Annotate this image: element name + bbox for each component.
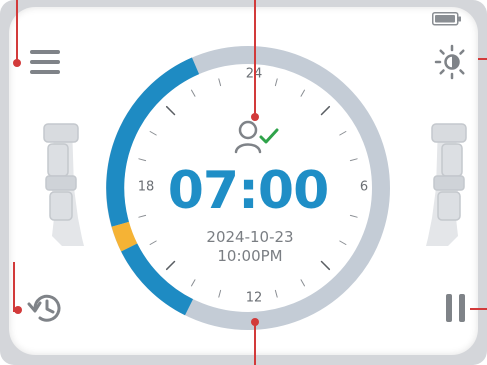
user-check-icon bbox=[233, 118, 283, 156]
dial-tick bbox=[218, 78, 222, 87]
dial-tick bbox=[149, 131, 157, 136]
dial-tick bbox=[274, 289, 278, 298]
callout-dot-dial bbox=[251, 318, 259, 326]
right-leg-brace-icon bbox=[420, 118, 472, 250]
battery-icon bbox=[432, 11, 462, 26]
dial-tick bbox=[165, 260, 176, 271]
callout-dot-menu bbox=[13, 59, 21, 67]
dial-tick bbox=[191, 89, 196, 97]
dial-secondary-segment bbox=[121, 243, 194, 316]
dial-tick bbox=[191, 279, 196, 287]
callout-line-pause bbox=[470, 308, 487, 310]
left-leg-brace-icon bbox=[38, 118, 90, 250]
dial-label-6: 6 bbox=[359, 179, 369, 195]
callout-dot-history bbox=[14, 306, 22, 314]
dial-label-12: 12 bbox=[245, 290, 263, 306]
dial-tick bbox=[349, 158, 358, 162]
dial-tick bbox=[320, 260, 331, 271]
callout-line-menu bbox=[16, 0, 18, 62]
dial-tick bbox=[165, 105, 176, 116]
dial-tick bbox=[339, 240, 347, 245]
stage: 24 6 12 18 07:00 2024-10-23 10:00PM bbox=[0, 0, 487, 365]
time-display: 07:00 bbox=[167, 161, 330, 221]
history-icon[interactable] bbox=[26, 288, 68, 328]
dial-warning-segment bbox=[111, 221, 138, 252]
callout-dot-user bbox=[251, 113, 259, 121]
date-display: 2024-10-23 bbox=[206, 228, 294, 246]
dial-tick bbox=[349, 214, 358, 218]
dial-tick bbox=[274, 78, 278, 87]
callout-line-history bbox=[13, 262, 15, 312]
callout-line-brightness bbox=[478, 58, 487, 60]
dial-tick bbox=[138, 158, 147, 162]
dial-tick bbox=[218, 289, 222, 298]
brightness-icon[interactable] bbox=[434, 44, 474, 80]
dial-tick bbox=[138, 214, 147, 218]
pause-icon[interactable] bbox=[442, 290, 470, 326]
menu-icon[interactable] bbox=[26, 46, 66, 78]
dial-tick bbox=[149, 240, 157, 245]
dial-tick bbox=[300, 89, 305, 97]
dial-tick bbox=[339, 131, 347, 136]
callout-line-dial bbox=[254, 322, 256, 365]
dial-label-18: 18 bbox=[137, 179, 155, 195]
callout-line-user bbox=[254, 0, 256, 116]
dial-tick bbox=[320, 105, 331, 116]
clock-display: 10:00PM bbox=[217, 247, 283, 265]
dial-tick bbox=[300, 279, 305, 287]
